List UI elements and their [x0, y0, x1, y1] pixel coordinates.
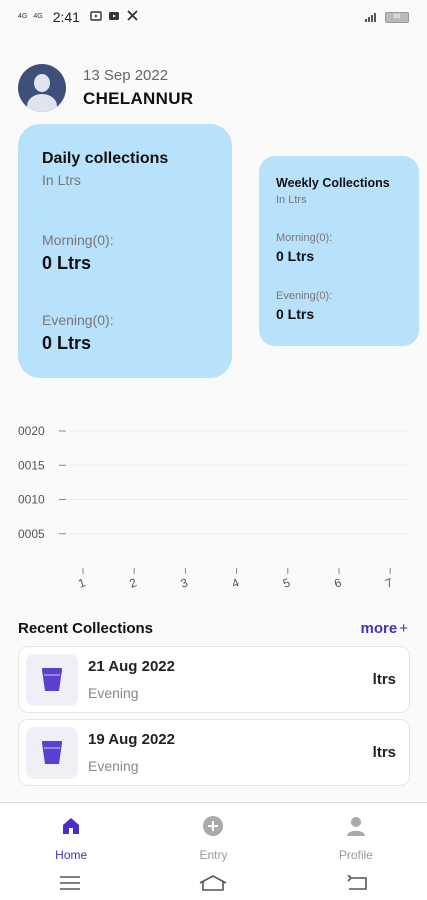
x-tick-label: 7	[383, 575, 394, 591]
nav-home-label: Home	[55, 848, 88, 862]
daily-morning-label: Morning(0):	[42, 232, 114, 248]
bottom-navigation: Home Entry Profile	[0, 802, 427, 870]
home-button-icon[interactable]	[198, 874, 228, 897]
recent-collections-header: Recent Collections more +	[18, 620, 408, 637]
milk-container-icon	[26, 726, 78, 779]
x-tick-label: 6	[332, 575, 343, 591]
daily-morning-value: 0 Ltrs	[42, 253, 92, 273]
y-tick-label: 0020	[18, 424, 45, 438]
more-label: more	[360, 620, 398, 637]
collection-unit: ltrs	[372, 744, 396, 761]
collection-session: Evening	[88, 685, 139, 701]
weekly-evening-value: 0 Ltrs	[276, 306, 315, 322]
home-icon	[60, 815, 82, 842]
y-tick-label: 0010	[18, 493, 45, 507]
x-tick-label: 5	[281, 575, 292, 591]
weekly-card-title: Weekly Collections	[276, 176, 390, 190]
current-date: 13 Sep 2022	[83, 67, 169, 84]
daily-card-title: Daily collections	[42, 150, 169, 167]
back-icon[interactable]	[346, 873, 368, 896]
collection-unit: ltrs	[372, 671, 396, 688]
tools-icon	[126, 9, 139, 25]
signal-icon	[365, 10, 379, 25]
collection-item[interactable]: 21 Aug 2022 Evening ltrs	[18, 646, 410, 713]
status-time: 2:41	[52, 9, 80, 25]
collection-item[interactable]: 19 Aug 2022 Evening ltrs	[18, 719, 410, 786]
nav-entry-label: Entry	[199, 848, 228, 862]
weekly-collections-card[interactable]: Weekly Collections In Ltrs Morning(0): 0…	[259, 156, 419, 346]
user-header: 13 Sep 2022 CHELANNUR	[18, 64, 193, 112]
nav-profile-label: Profile	[338, 848, 373, 862]
daily-card-unit: In Ltrs	[42, 172, 81, 188]
nav-home[interactable]: Home	[0, 803, 142, 870]
x-tick-label: 1	[76, 575, 87, 591]
add-circle-icon	[202, 815, 224, 842]
more-link[interactable]: more +	[361, 620, 408, 637]
collection-chart: 0020 0015 0010 0005 1 2 3 4 5 6 7	[18, 424, 410, 591]
system-navigation	[0, 870, 427, 900]
collection-date: 19 Aug 2022	[88, 731, 175, 748]
x-tick-label: 3	[179, 575, 190, 591]
person-icon	[345, 815, 367, 842]
menu-icon[interactable]	[59, 875, 81, 895]
daily-evening-label: Evening(0):	[42, 312, 114, 328]
daily-collections-card[interactable]: Daily collections In Ltrs Morning(0): 0 …	[18, 124, 232, 378]
battery-icon: 88	[385, 11, 409, 23]
y-tick-label: 0005	[18, 527, 45, 541]
weekly-evening-label: Evening(0):	[276, 290, 333, 302]
milk-container-icon	[26, 653, 78, 706]
media-icon	[90, 10, 102, 25]
location-name: CHELANNUR	[83, 89, 194, 108]
plus-icon: +	[399, 620, 408, 637]
status-bar: 4G 4G 2:41 88	[0, 0, 427, 34]
daily-evening-value: 0 Ltrs	[42, 333, 92, 353]
avatar[interactable]	[18, 64, 66, 112]
collection-date: 21 Aug 2022	[88, 658, 175, 675]
x-tick-label: 2	[127, 575, 138, 591]
nav-entry[interactable]: Entry	[142, 803, 284, 870]
weekly-morning-value: 0 Ltrs	[276, 248, 315, 264]
network-indicator-2: 4G	[33, 13, 43, 20]
weekly-card-unit: In Ltrs	[276, 194, 307, 206]
x-tick-label: 4	[230, 575, 241, 591]
y-tick-label: 0015	[18, 458, 45, 472]
video-icon	[108, 10, 120, 25]
recent-collections-title: Recent Collections	[18, 620, 154, 637]
network-indicator-1: 4G	[18, 13, 28, 20]
collection-session: Evening	[88, 758, 139, 774]
weekly-morning-label: Morning(0):	[276, 232, 333, 244]
nav-profile[interactable]: Profile	[285, 803, 427, 870]
